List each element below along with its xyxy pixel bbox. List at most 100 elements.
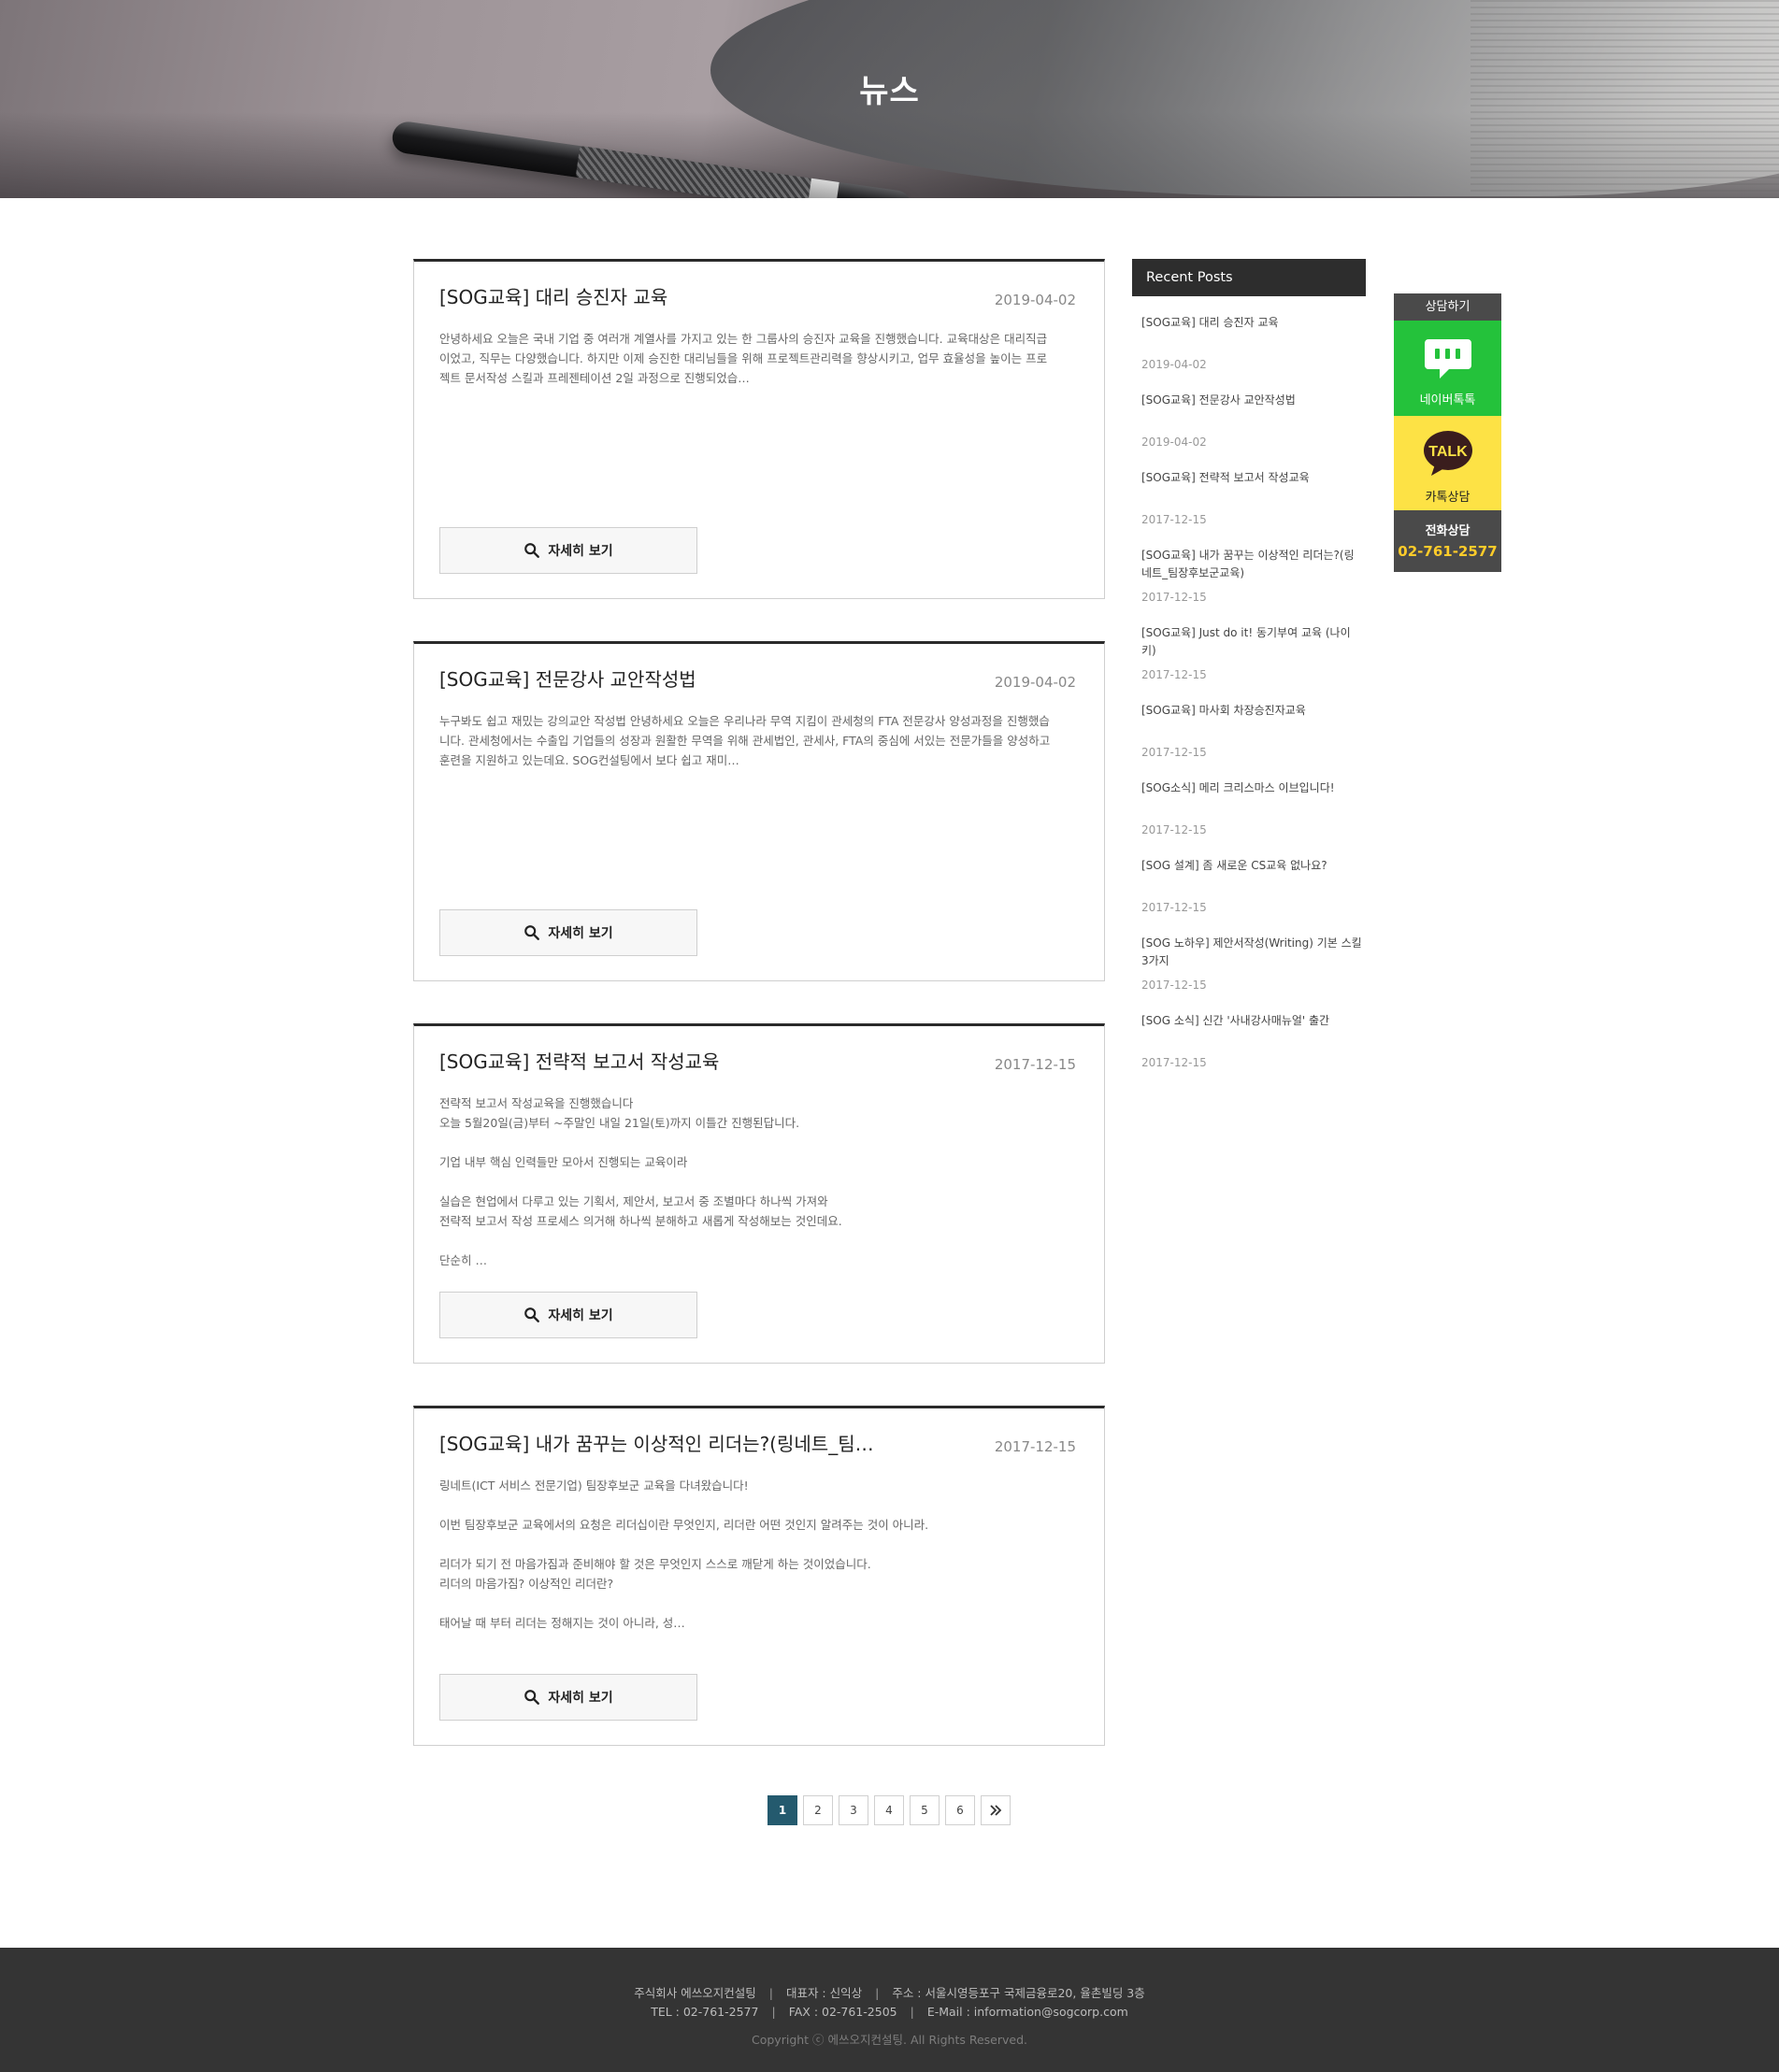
footer-company-line: 주식회사 에쓰오지컨설팅 | 대표자 : 신익상 | 주소 : 서울시영등포구 국제금융…: [634, 1986, 1145, 2000]
read-more-button[interactable]: 자세히 보기: [439, 909, 697, 956]
post-title[interactable]: [SOG교육] 전략적 보고서 작성교육: [439, 1047, 954, 1074]
recent-post-link[interactable]: [SOG교육] Just do it! 동기부여 교육 (나이키): [1141, 624, 1362, 660]
next-pages-button[interactable]: [981, 1795, 1011, 1825]
recent-post-item: [SOG교육] 전문강사 교안작성법 2019-04-02: [1141, 392, 1362, 449]
phone-consult-button[interactable]: 전화상담 02-761-2577: [1394, 510, 1501, 572]
recent-post-item: [SOG 소식] 신간 '사내강사매뉴얼' 출간 2017-12-15: [1141, 1012, 1362, 1069]
post-excerpt: 안녕하세요 오늘은 국내 기업 중 여러개 계열사를 가지고 있는 한 그룹사의…: [439, 329, 1056, 388]
recent-post-date: 2017-12-15: [1141, 823, 1207, 836]
kakao-talk-icon-text: TALK: [1428, 444, 1468, 460]
post-excerpt-line: 오늘 5월20일(금)부터 ~주말인 내일 21일(토)까지 이틀간 진행된답니…: [439, 1116, 800, 1130]
post-date: 2017-12-15: [994, 1438, 1076, 1455]
read-more-label: 자세히 보기: [548, 926, 613, 941]
recent-post-date: 2017-12-15: [1141, 591, 1207, 604]
footer-email: E-Mail : information@sogcorp.com: [926, 2005, 1128, 2019]
chat-bubble-icon: [1425, 339, 1471, 379]
search-icon: [524, 1690, 540, 1705]
post-excerpt-line: 누구봐도 쉽고 재밌는 강의교안 작성법 안녕하세요 오늘은 우리나라 무역 지…: [439, 714, 1051, 767]
recent-post-link[interactable]: [SOG교육] 전문강사 교안작성법: [1141, 392, 1362, 409]
recent-post-date: 2017-12-15: [1141, 746, 1207, 759]
page-link-5[interactable]: 5: [910, 1795, 940, 1825]
recent-post-date: 2017-12-15: [1141, 513, 1207, 526]
post-card: [SOG교육] 전문강사 교안작성법 2019-04-02 누구봐도 쉽고 재밌…: [413, 641, 1105, 981]
kakao-talk-button[interactable]: TALK 카톡상담: [1394, 416, 1501, 510]
page-title: 뉴스: [859, 73, 920, 110]
recent-post-item: [SOG소식] 메리 크리스마스 이브입니다! 2017-12-15: [1141, 779, 1362, 836]
search-icon: [524, 543, 540, 558]
page-link-6[interactable]: 6: [945, 1795, 975, 1825]
post-excerpt-line: 리더가 되기 전 마음가짐과 준비해야 할 것은 무엇인지 스스로 깨닫게 하는…: [439, 1557, 871, 1571]
search-icon: [524, 1308, 540, 1322]
recent-post-link[interactable]: [SOG소식] 메리 크리스마스 이브입니다!: [1141, 779, 1362, 797]
recent-post-date: 2017-12-15: [1141, 979, 1207, 992]
recent-post-date: 2017-12-15: [1141, 668, 1207, 681]
footer-company: 주식회사 에쓰오지컨설팅: [634, 1986, 756, 2000]
post-card: [SOG교육] 내가 꿈꾸는 이상적인 리더는?(링네트_팀… 2017-12-…: [413, 1406, 1105, 1746]
naver-talk-button[interactable]: 네이버톡톡: [1394, 321, 1501, 416]
read-more-button[interactable]: 자세히 보기: [439, 527, 697, 574]
recent-post-item: [SOG교육] Just do it! 동기부여 교육 (나이키) 2017-1…: [1141, 624, 1362, 681]
recent-post-link[interactable]: [SOG교육] 내가 꿈꾸는 이상적인 리더는?(링네트_팀장후보군교육): [1141, 547, 1362, 582]
post-excerpt: 누구봐도 쉽고 재밌는 강의교안 작성법 안녕하세요 오늘은 우리나라 무역 지…: [439, 711, 1056, 770]
post-excerpt-line: 태어날 때 부터 리더는 정해지는 것이 아니라, 성…: [439, 1616, 685, 1630]
consult-widget: 상담하기 네이버톡톡 TALK 카톡상담 전화상담 02-761-2577: [1394, 293, 1501, 572]
post-date: 2017-12-15: [994, 1056, 1076, 1073]
page-link-4[interactable]: 4: [874, 1795, 904, 1825]
page-link-3[interactable]: 3: [839, 1795, 868, 1825]
kakao-talk-label: 카톡상담: [1425, 491, 1471, 505]
consult-heading: 상담하기: [1394, 293, 1501, 321]
phone-number: 02-761-2577: [1398, 543, 1498, 560]
post-title[interactable]: [SOG교육] 전문강사 교안작성법: [439, 664, 954, 692]
recent-post-date: 2019-04-02: [1141, 436, 1207, 449]
recent-post-item: [SOG교육] 전략적 보고서 작성교육 2017-12-15: [1141, 469, 1362, 526]
recent-posts-sidebar: Recent Posts [SOG교육] 대리 승진자 교육 2019-04-0…: [1132, 259, 1366, 1069]
recent-post-item: [SOG 설계] 좀 새로운 CS교육 없나요? 2017-12-15: [1141, 857, 1362, 914]
recent-post-date: 2019-04-02: [1141, 358, 1207, 371]
footer-ceo: 대표자 : 신익상: [785, 1986, 863, 2000]
post-excerpt-line: 안녕하세요 오늘은 국내 기업 중 여러개 계열사를 가지고 있는 한 그룹사의…: [439, 332, 1048, 385]
post-excerpt-line: 링네트(ICT 서비스 전문기업) 팀장후보군 교육을 다녀왔습니다!: [439, 1479, 749, 1493]
footer-copyright: Copyright ⓒ 에쓰오지컨설팅. All Rights Reserved…: [752, 2033, 1027, 2047]
post-excerpt: 링네트(ICT 서비스 전문기업) 팀장후보군 교육을 다녀왔습니다! 이번 팀…: [439, 1476, 1056, 1633]
footer-tel: TEL : 02-761-2577: [651, 2005, 759, 2019]
hero-pen-ring: [807, 178, 839, 198]
post-excerpt-line: 이번 팀장후보군 교육에서의 요청은 리더십이란 무엇인지, 리더란 어떤 것인…: [439, 1518, 929, 1532]
naver-talk-label: 네이버톡톡: [1419, 393, 1476, 407]
post-excerpt-line: 전략적 보고서 작성 프로세스 의거해 하나씩 분해하고 새롭게 작성해보는 것…: [439, 1214, 842, 1228]
read-more-label: 자세히 보기: [548, 1308, 613, 1323]
recent-post-link[interactable]: [SOG 소식] 신간 '사내강사매뉴얼' 출간: [1141, 1012, 1362, 1030]
post-date: 2019-04-02: [994, 292, 1076, 308]
page-link-2[interactable]: 2: [803, 1795, 833, 1825]
read-more-button[interactable]: 자세히 보기: [439, 1674, 697, 1721]
post-excerpt-line: 기업 내부 핵심 인력들만 모아서 진행되는 교육이라: [439, 1155, 688, 1169]
read-more-label: 자세히 보기: [548, 1691, 613, 1706]
footer-contact-line: TEL : 02-761-2577 | FAX : 02-761-2505 | E-Ma…: [651, 2005, 1128, 2019]
post-title[interactable]: [SOG교육] 대리 승진자 교육: [439, 282, 954, 309]
recent-post-link[interactable]: [SOG교육] 마사회 차장승진자교육: [1141, 702, 1362, 720]
post-excerpt-line: 전략적 보고서 작성교육을 진행했습니다: [439, 1096, 634, 1110]
recent-post-link[interactable]: [SOG교육] 전략적 보고서 작성교육: [1141, 469, 1362, 487]
search-icon: [524, 925, 540, 940]
recent-post-date: 2017-12-15: [1141, 901, 1207, 914]
read-more-button[interactable]: 자세히 보기: [439, 1292, 697, 1338]
post-card: [SOG교육] 대리 승진자 교육 2019-04-02 안녕하세요 오늘은 국…: [413, 259, 1105, 599]
post-excerpt-line: 단순히 …: [439, 1253, 487, 1267]
post-title[interactable]: [SOG교육] 내가 꿈꾸는 이상적인 리더는?(링네트_팀…: [439, 1429, 954, 1456]
footer-address: 주소 : 서울시영등포구 국제금융로20, 율촌빌딩 3층: [892, 1986, 1145, 2000]
recent-post-link[interactable]: [SOG 노하우] 제안서작성(Writing) 기본 스킬 3가지: [1141, 935, 1362, 970]
footer: 주식회사 에쓰오지컨설팅 | 대표자 : 신익상 | 주소 : 서울시영등포구 국제금융…: [0, 1948, 1779, 2072]
read-more-label: 자세히 보기: [548, 544, 613, 559]
double-chevron-right-icon: [990, 1805, 1002, 1816]
recent-post-item: [SOG교육] 내가 꿈꾸는 이상적인 리더는?(링네트_팀장후보군교육) 20…: [1141, 547, 1362, 604]
footer-fax: FAX : 02-761-2505: [788, 2005, 897, 2019]
kakao-talk-icon: TALK: [1424, 431, 1472, 476]
recent-post-item: [SOG 노하우] 제안서작성(Writing) 기본 스킬 3가지 2017-…: [1141, 935, 1362, 992]
recent-post-link[interactable]: [SOG교육] 대리 승진자 교육: [1141, 314, 1362, 332]
post-excerpt-line: 리더의 마음가짐? 이상적인 리더란?: [439, 1577, 614, 1591]
hero-banner: 뉴스: [0, 0, 1779, 198]
post-card: [SOG교육] 전략적 보고서 작성교육 2017-12-15 전략적 보고서 …: [413, 1023, 1105, 1364]
phone-consult-label: 전화상담: [1425, 524, 1471, 538]
recent-post-link[interactable]: [SOG 설계] 좀 새로운 CS교육 없나요?: [1141, 857, 1362, 875]
recent-posts-heading: Recent Posts: [1132, 259, 1366, 296]
page-link-1[interactable]: 1: [768, 1795, 797, 1825]
